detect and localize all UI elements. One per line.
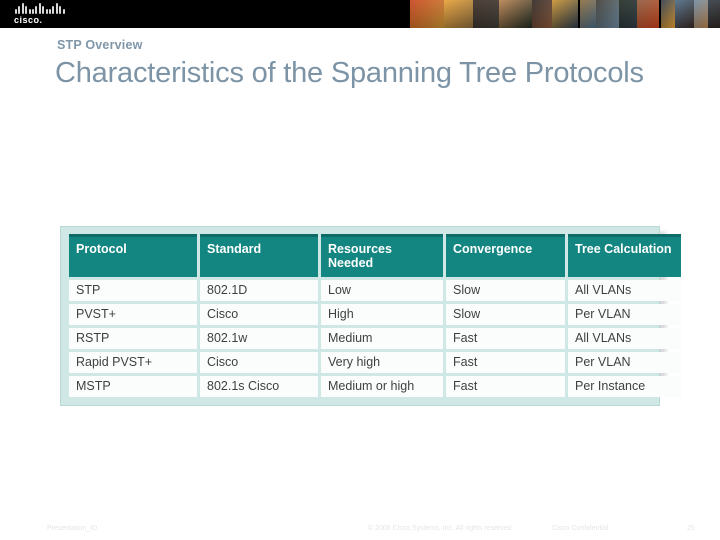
footer-page-number: 25 [687, 525, 695, 532]
table-cell: MSTP [69, 376, 197, 397]
table-row: PVST+ Cisco High Slow Per VLAN [69, 304, 681, 325]
table-header-cell: Convergence [446, 234, 565, 277]
footer-presentation-id: Presentation_ID [47, 525, 98, 532]
table-cell: Rapid PVST+ [69, 352, 197, 373]
table-cell: RSTP [69, 328, 197, 349]
footer-confidentiality: Cisco Confidential [552, 525, 609, 532]
people-photo-montage [410, 0, 720, 28]
table-cell: All VLANs [568, 280, 681, 301]
montage-photo-tile [552, 0, 578, 28]
table-cell: Slow [446, 280, 565, 301]
footer-copyright: © 2008 Cisco Systems, Inc. All rights re… [368, 525, 514, 532]
montage-photo-tile [443, 0, 474, 28]
table-cell: Very high [321, 352, 443, 373]
table-cell: Fast [446, 328, 565, 349]
table-row: MSTP 802.1s Cisco Medium or high Fast Per In… [69, 376, 681, 397]
montage-photo-tile [637, 0, 659, 28]
table-cell: Fast [446, 376, 565, 397]
table-header-cell: Protocol [69, 234, 197, 277]
table-row: Rapid PVST+ Cisco Very high Fast Per VLAN [69, 352, 681, 373]
montage-photo-tile [498, 0, 533, 28]
table-cell: Cisco [200, 352, 318, 373]
montage-photo-tile [532, 0, 553, 28]
table-header-cell: Tree Calculation [568, 234, 681, 277]
montage-photo-tile [674, 0, 695, 28]
table-cell: 802.1D [200, 280, 318, 301]
slide-eyebrow: STP Overview [57, 38, 143, 52]
cisco-logo-text: cisco. [14, 15, 43, 25]
montage-photo-tile [473, 0, 499, 28]
montage-photo-tile [579, 0, 596, 28]
table-cell: 802.1s Cisco [200, 376, 318, 397]
montage-photo-tile [410, 0, 444, 28]
table-body: STP 802.1D Low Slow All VLANs PVST+ Cisco High S… [69, 280, 681, 397]
table-cell: Medium or high [321, 376, 443, 397]
slide-canvas: cisco. STP Overview Characteristics of t… [0, 0, 720, 540]
table-row: STP 802.1D Low Slow All VLANs [69, 280, 681, 301]
montage-photo-tile [708, 0, 720, 28]
montage-photo-tile [694, 0, 709, 28]
table-row: RSTP 802.1w Medium Fast All VLANs [69, 328, 681, 349]
slide-footer: Presentation_ID © 2008 Cisco Systems, In… [0, 524, 720, 538]
table-header-cell: Standard [200, 234, 318, 277]
page-title: Characteristics of the Spanning Tree Pro… [55, 57, 644, 89]
cisco-bridge-icon [14, 3, 68, 14]
table-cell: STP [69, 280, 197, 301]
table-cell: Per Instance [568, 376, 681, 397]
comparison-table-container: Protocol Standard Resources Needed Converge… [60, 226, 681, 406]
table-cell: Per VLAN [568, 304, 681, 325]
table-frame: Protocol Standard Resources Needed Converge… [60, 226, 681, 406]
table-cell: Cisco [200, 304, 318, 325]
table-cell: 802.1w [200, 328, 318, 349]
spanning-tree-protocol-comparison-table: Protocol Standard Resources Needed Converge… [66, 231, 684, 400]
table-cell: All VLANs [568, 328, 681, 349]
table-cell: Medium [321, 328, 443, 349]
table-header-cell: Resources Needed [321, 234, 443, 277]
table-cell: Slow [446, 304, 565, 325]
table-cell: Per VLAN [568, 352, 681, 373]
montage-photo-tile [595, 0, 620, 28]
montage-photo-tile [619, 0, 638, 28]
table-cell: PVST+ [69, 304, 197, 325]
table-cell: Fast [446, 352, 565, 373]
table-cell: High [321, 304, 443, 325]
table-cell: Low [321, 280, 443, 301]
table-header: Protocol Standard Resources Needed Converge… [69, 234, 681, 277]
top-banner-bar: cisco. [0, 0, 720, 28]
table-header-row: Protocol Standard Resources Needed Converge… [69, 234, 681, 277]
cisco-logo: cisco. [14, 3, 68, 25]
montage-photo-tile [660, 0, 675, 28]
